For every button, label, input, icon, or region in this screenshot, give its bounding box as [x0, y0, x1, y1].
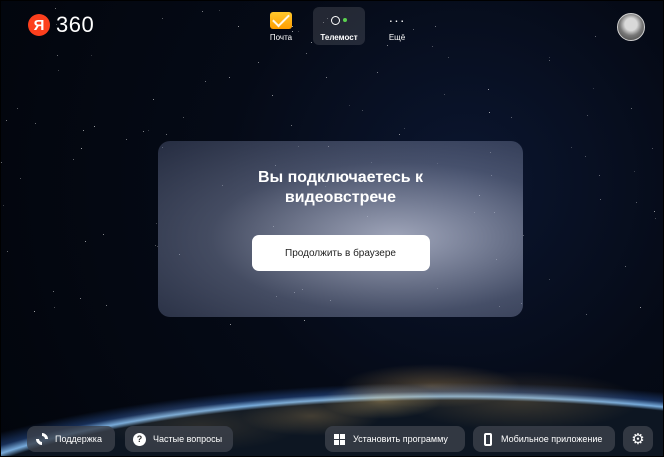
star [398, 133, 400, 135]
star [82, 129, 84, 131]
support-button[interactable]: Поддержка [27, 426, 115, 452]
more-icon: ··· [388, 12, 406, 28]
nav-item-more[interactable]: ··· Ещё [371, 7, 423, 45]
star [57, 54, 59, 56]
faq-button[interactable]: ? Частые вопросы [125, 426, 233, 452]
star [57, 70, 59, 72]
star [80, 297, 82, 299]
nav-item-mail[interactable]: Почта [255, 7, 307, 45]
star [631, 108, 633, 110]
star [5, 119, 7, 121]
star [148, 129, 150, 131]
star [16, 107, 18, 109]
star [156, 222, 158, 224]
star [154, 245, 156, 247]
star [444, 93, 446, 95]
star [238, 26, 240, 28]
star [161, 17, 163, 19]
star [434, 26, 436, 28]
star [625, 265, 627, 267]
star [166, 133, 168, 135]
star [52, 291, 54, 293]
star [654, 218, 656, 220]
logo-text: 360 [56, 12, 95, 37]
star [291, 125, 293, 127]
star [125, 139, 127, 141]
star [6, 250, 8, 252]
mobile-label: Мобильное приложение [501, 434, 603, 444]
star [587, 114, 589, 116]
star [595, 35, 597, 37]
windows-icon [334, 433, 345, 445]
faq-label: Частые вопросы [153, 434, 223, 444]
yandex-logo-icon: Я [28, 14, 50, 36]
install-app-button[interactable]: Установить программу [325, 426, 465, 452]
settings-button[interactable]: ⚙ [623, 426, 653, 452]
star [80, 147, 82, 149]
star [488, 112, 490, 114]
star [91, 55, 93, 57]
star [571, 146, 573, 148]
mail-icon [270, 11, 292, 29]
star [549, 56, 551, 58]
star [376, 72, 378, 74]
nav-label-telemost: Телемост [320, 33, 358, 42]
star [654, 210, 656, 212]
star [306, 52, 308, 54]
question-icon: ? [133, 432, 146, 446]
star [84, 241, 86, 243]
star [599, 175, 600, 177]
star [600, 198, 602, 200]
star [20, 178, 22, 180]
star [3, 205, 5, 207]
service-nav: Почта Телемост ··· Ещё [255, 7, 423, 45]
star [201, 10, 203, 12]
star [272, 94, 274, 96]
star [72, 158, 74, 160]
star [102, 234, 104, 236]
star [584, 156, 586, 158]
star [447, 56, 449, 58]
join-meeting-card: Вы подключаетесь к видеовстрече Продолжи… [158, 141, 523, 317]
nav-label-more: Ещё [388, 33, 406, 42]
star [94, 125, 96, 127]
star [362, 110, 364, 112]
star [1, 161, 3, 163]
phone-icon [483, 432, 492, 446]
star [431, 45, 433, 47]
star [204, 81, 206, 83]
star [651, 148, 653, 150]
telemost-icon [331, 15, 347, 25]
star [549, 279, 551, 281]
nav-label-mail: Почта [269, 33, 293, 42]
star [143, 130, 144, 132]
continue-in-browser-button[interactable]: Продолжить в браузере [251, 235, 430, 271]
star [228, 77, 230, 79]
user-avatar-icon[interactable] [617, 13, 645, 41]
support-label: Поддержка [55, 434, 102, 444]
support-icon [33, 430, 50, 448]
star [548, 59, 550, 61]
star [349, 104, 351, 106]
star [183, 117, 185, 119]
star [403, 127, 405, 129]
star [35, 122, 37, 124]
yandex-360-logo[interactable]: Я 360 [28, 12, 94, 38]
star [153, 98, 154, 100]
nav-item-telemost[interactable]: Телемост [313, 7, 365, 45]
star [325, 76, 327, 78]
star [219, 10, 221, 12]
star [635, 202, 637, 204]
star [54, 7, 56, 9]
star [592, 88, 594, 90]
star [487, 89, 489, 91]
star [511, 117, 513, 119]
star [634, 170, 636, 172]
star [257, 61, 259, 63]
gear-icon: ⚙ [631, 430, 645, 448]
mobile-app-button[interactable]: Мобильное приложение [473, 426, 615, 452]
install-label: Установить программу [353, 434, 448, 444]
card-title: Вы подключаетесь к видеовстрече [257, 169, 424, 206]
page: Я 360 Почта Телемост ··· Ещё Вы подключа… [0, 0, 664, 457]
